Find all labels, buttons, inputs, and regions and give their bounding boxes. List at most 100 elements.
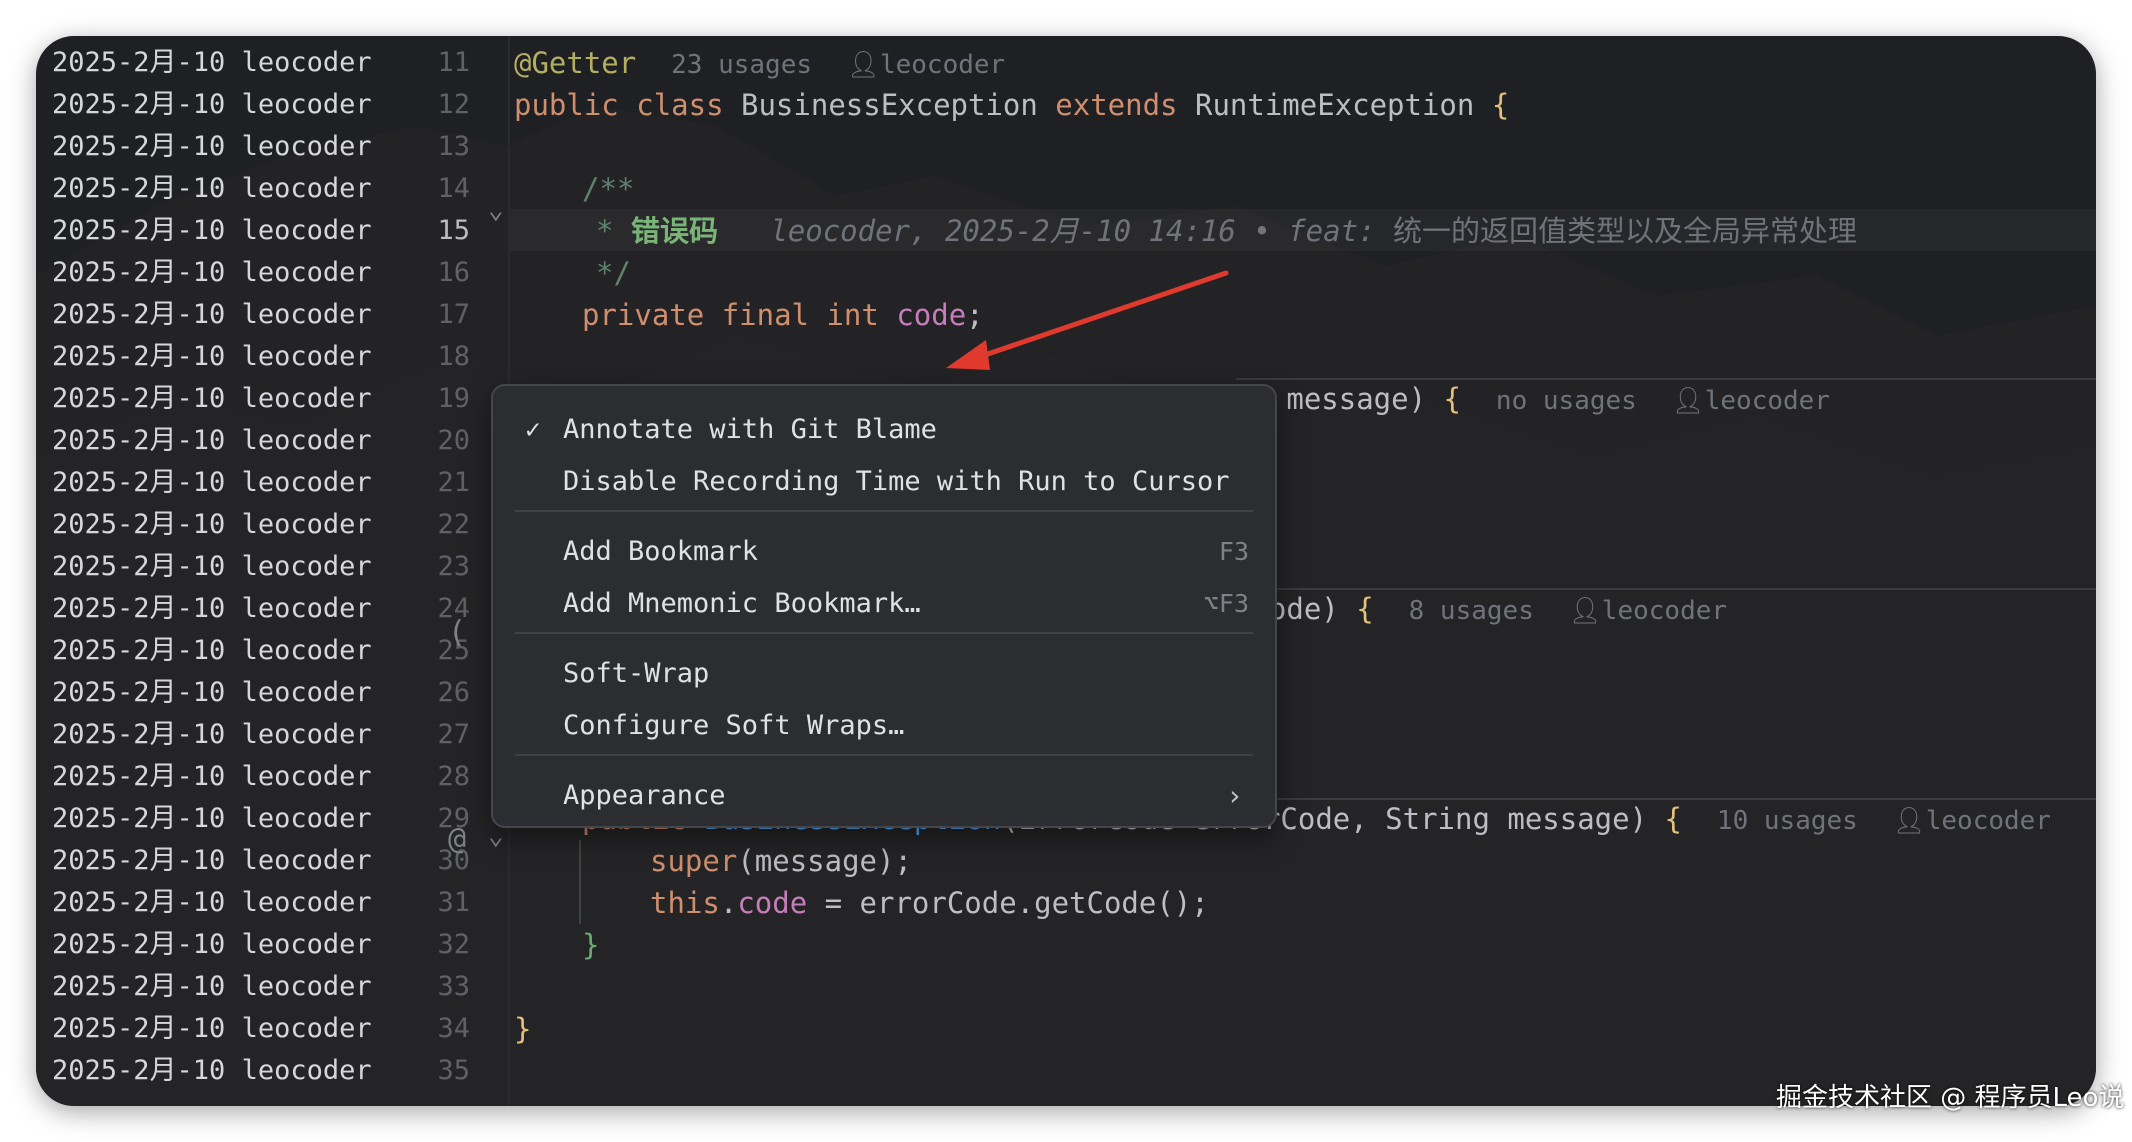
code-line[interactable]: * 错误码 leocoder, 2025-2月-10 14:16 • feat:… bbox=[596, 210, 1857, 252]
line-number[interactable]: 11 bbox=[370, 42, 470, 84]
usages-hint[interactable]: 23 usages bbox=[671, 50, 812, 80]
code-line[interactable]: } bbox=[582, 924, 599, 966]
line-number[interactable]: 12 bbox=[370, 84, 470, 126]
keyword: final bbox=[721, 298, 809, 332]
author-hint[interactable]: leocoder bbox=[1602, 596, 1727, 626]
menu-item-appearance[interactable]: Appearance › bbox=[493, 772, 1275, 820]
line-number[interactable]: 27 bbox=[370, 714, 470, 756]
usages-hint[interactable]: 8 usages bbox=[1409, 596, 1534, 626]
blame-row[interactable]: 2025-2月-10 leocoder bbox=[52, 420, 372, 462]
blame-date: 2025-2月-10 bbox=[52, 173, 226, 204]
blame-row[interactable]: 2025-2月-10 leocoder bbox=[52, 126, 372, 168]
user-icon: 👤︎ bbox=[1568, 596, 1602, 626]
line-number[interactable]: 14 bbox=[370, 168, 470, 210]
author-hint[interactable]: leocoder bbox=[1705, 386, 1830, 416]
blame-date: 2025-2月-10 bbox=[52, 257, 226, 288]
usages-hint[interactable]: 10 usages bbox=[1717, 806, 1858, 836]
line-number[interactable]: 22 bbox=[370, 504, 470, 546]
line-number[interactable]: 16 bbox=[370, 252, 470, 294]
blame-row[interactable]: 2025-2月-10 leocoder bbox=[52, 1050, 372, 1092]
inline-blame-hint[interactable]: leocoder, 2025-2月-10 14:16 • feat: bbox=[770, 214, 1375, 248]
blame-row[interactable]: 2025-2月-10 leocoder bbox=[52, 252, 372, 294]
code-line[interactable]: @Getter 23 usages 👤︎leocoder bbox=[514, 42, 1005, 84]
author-hint[interactable]: leocoder bbox=[1926, 806, 2051, 836]
blame-row[interactable]: 2025-2月-10 leocoder bbox=[52, 210, 372, 252]
line-number[interactable]: 19 bbox=[370, 378, 470, 420]
line-number[interactable]: 18 bbox=[370, 336, 470, 378]
code-line[interactable]: public class BusinessException extends R… bbox=[514, 84, 1509, 126]
blame-row[interactable]: 2025-2月-10 leocoder bbox=[52, 462, 372, 504]
line-number[interactable]: 17 bbox=[370, 294, 470, 336]
author-hint[interactable]: leocoder bbox=[880, 50, 1005, 80]
blame-row[interactable]: 2025-2月-10 leocoder bbox=[52, 756, 372, 798]
at-sign-icon[interactable]: @ bbox=[448, 819, 466, 861]
line-number[interactable]: 13 bbox=[370, 126, 470, 168]
line-number[interactable]: 26 bbox=[370, 672, 470, 714]
line-number[interactable]: 20 bbox=[370, 420, 470, 462]
usages-hint[interactable]: no usages bbox=[1496, 386, 1637, 416]
blame-row[interactable]: 2025-2月-10 leocoder bbox=[52, 966, 372, 1008]
code-line[interactable]: private final int code; bbox=[582, 294, 984, 336]
user-icon: 👤︎ bbox=[846, 50, 880, 80]
line-number[interactable]: 23 bbox=[370, 546, 470, 588]
line-number[interactable]: 31 bbox=[370, 882, 470, 924]
blame-row[interactable]: 2025-2月-10 leocoder bbox=[52, 924, 372, 966]
code-line[interactable]: /** bbox=[582, 168, 634, 210]
blame-date: 2025-2月-10 bbox=[52, 89, 226, 120]
blame-row[interactable]: 2025-2月-10 leocoder bbox=[52, 630, 372, 672]
menu-item-disable-recording-time[interactable]: Disable Recording Time with Run to Curso… bbox=[493, 458, 1275, 506]
blame-row[interactable]: 2025-2月-10 leocoder bbox=[52, 294, 372, 336]
blame-row[interactable]: 2025-2月-10 leocoder bbox=[52, 546, 372, 588]
menu-item-annotate-git-blame[interactable]: ✓ Annotate with Git Blame bbox=[493, 406, 1275, 454]
blame-row[interactable]: 2025-2月-10 leocoder bbox=[52, 798, 372, 840]
brace: { bbox=[1443, 382, 1461, 416]
menu-item-add-bookmark[interactable]: Add Bookmark F3 bbox=[493, 528, 1275, 576]
blame-date: 2025-2月-10 bbox=[52, 635, 226, 666]
blame-author: leocoder bbox=[241, 341, 372, 372]
at-sign-icon[interactable]: ( bbox=[448, 612, 466, 654]
menu-separator bbox=[515, 510, 1253, 512]
blame-author: leocoder bbox=[241, 383, 372, 414]
doc-comment: * bbox=[596, 214, 614, 248]
blame-row[interactable]: 2025-2月-10 leocoder bbox=[52, 1008, 372, 1050]
menu-item-shortcut: ⌥F3 bbox=[1203, 589, 1249, 618]
code-line[interactable]: rCode) { 8 usages 👤︎leocoder bbox=[1234, 588, 1727, 630]
code-line[interactable]: super(message); bbox=[650, 840, 912, 882]
field-name: code bbox=[737, 886, 808, 920]
line-number[interactable]: 34 bbox=[370, 1008, 470, 1050]
blame-author: leocoder bbox=[241, 89, 372, 120]
blame-row[interactable]: 2025-2月-10 leocoder bbox=[52, 84, 372, 126]
inline-commit-message[interactable]: 统一的返回值类型以及全局异常处理 bbox=[1393, 214, 1857, 248]
keyword: super bbox=[650, 844, 738, 878]
blame-row[interactable]: 2025-2月-10 leocoder bbox=[52, 714, 372, 756]
blame-row[interactable]: 2025-2月-10 leocoder bbox=[52, 378, 372, 420]
line-number[interactable]: 28 bbox=[370, 756, 470, 798]
blame-date: 2025-2月-10 bbox=[52, 215, 226, 246]
menu-item-soft-wrap[interactable]: Soft-Wrap bbox=[493, 650, 1275, 698]
line-number[interactable]: 21 bbox=[370, 462, 470, 504]
code-line[interactable]: } bbox=[514, 1008, 531, 1050]
menu-item-add-mnemonic-bookmark[interactable]: Add Mnemonic Bookmark… ⌥F3 bbox=[493, 580, 1275, 628]
menu-item-label: Configure Soft Wraps… bbox=[563, 710, 905, 741]
chevron-down-icon[interactable]: ⌄ bbox=[488, 189, 504, 231]
menu-item-label: Disable Recording Time with Run to Curso… bbox=[563, 466, 1230, 497]
menu-item-configure-soft-wraps[interactable]: Configure Soft Wraps… bbox=[493, 702, 1275, 750]
code-line[interactable]: ng message) { no usages 👤︎leocoder bbox=[1234, 378, 1830, 420]
line-number[interactable]: 35 bbox=[370, 1050, 470, 1092]
code-line[interactable]: this.code = errorCode.getCode(); bbox=[650, 882, 1209, 924]
blame-author: leocoder bbox=[241, 929, 372, 960]
blame-row[interactable]: 2025-2月-10 leocoder bbox=[52, 882, 372, 924]
blame-row[interactable]: 2025-2月-10 leocoder bbox=[52, 840, 372, 882]
blame-row[interactable]: 2025-2月-10 leocoder bbox=[52, 42, 372, 84]
blame-row[interactable]: 2025-2月-10 leocoder bbox=[52, 672, 372, 714]
line-number[interactable]: 33 bbox=[370, 966, 470, 1008]
line-number[interactable]: 15 bbox=[370, 210, 470, 252]
code-line[interactable]: */ bbox=[596, 252, 631, 294]
blame-row[interactable]: 2025-2月-10 leocoder bbox=[52, 168, 372, 210]
blame-date: 2025-2月-10 bbox=[52, 131, 226, 162]
class-name: BusinessException bbox=[741, 88, 1038, 122]
blame-row[interactable]: 2025-2月-10 leocoder bbox=[52, 336, 372, 378]
blame-row[interactable]: 2025-2月-10 leocoder bbox=[52, 588, 372, 630]
line-number[interactable]: 32 bbox=[370, 924, 470, 966]
blame-row[interactable]: 2025-2月-10 leocoder bbox=[52, 504, 372, 546]
